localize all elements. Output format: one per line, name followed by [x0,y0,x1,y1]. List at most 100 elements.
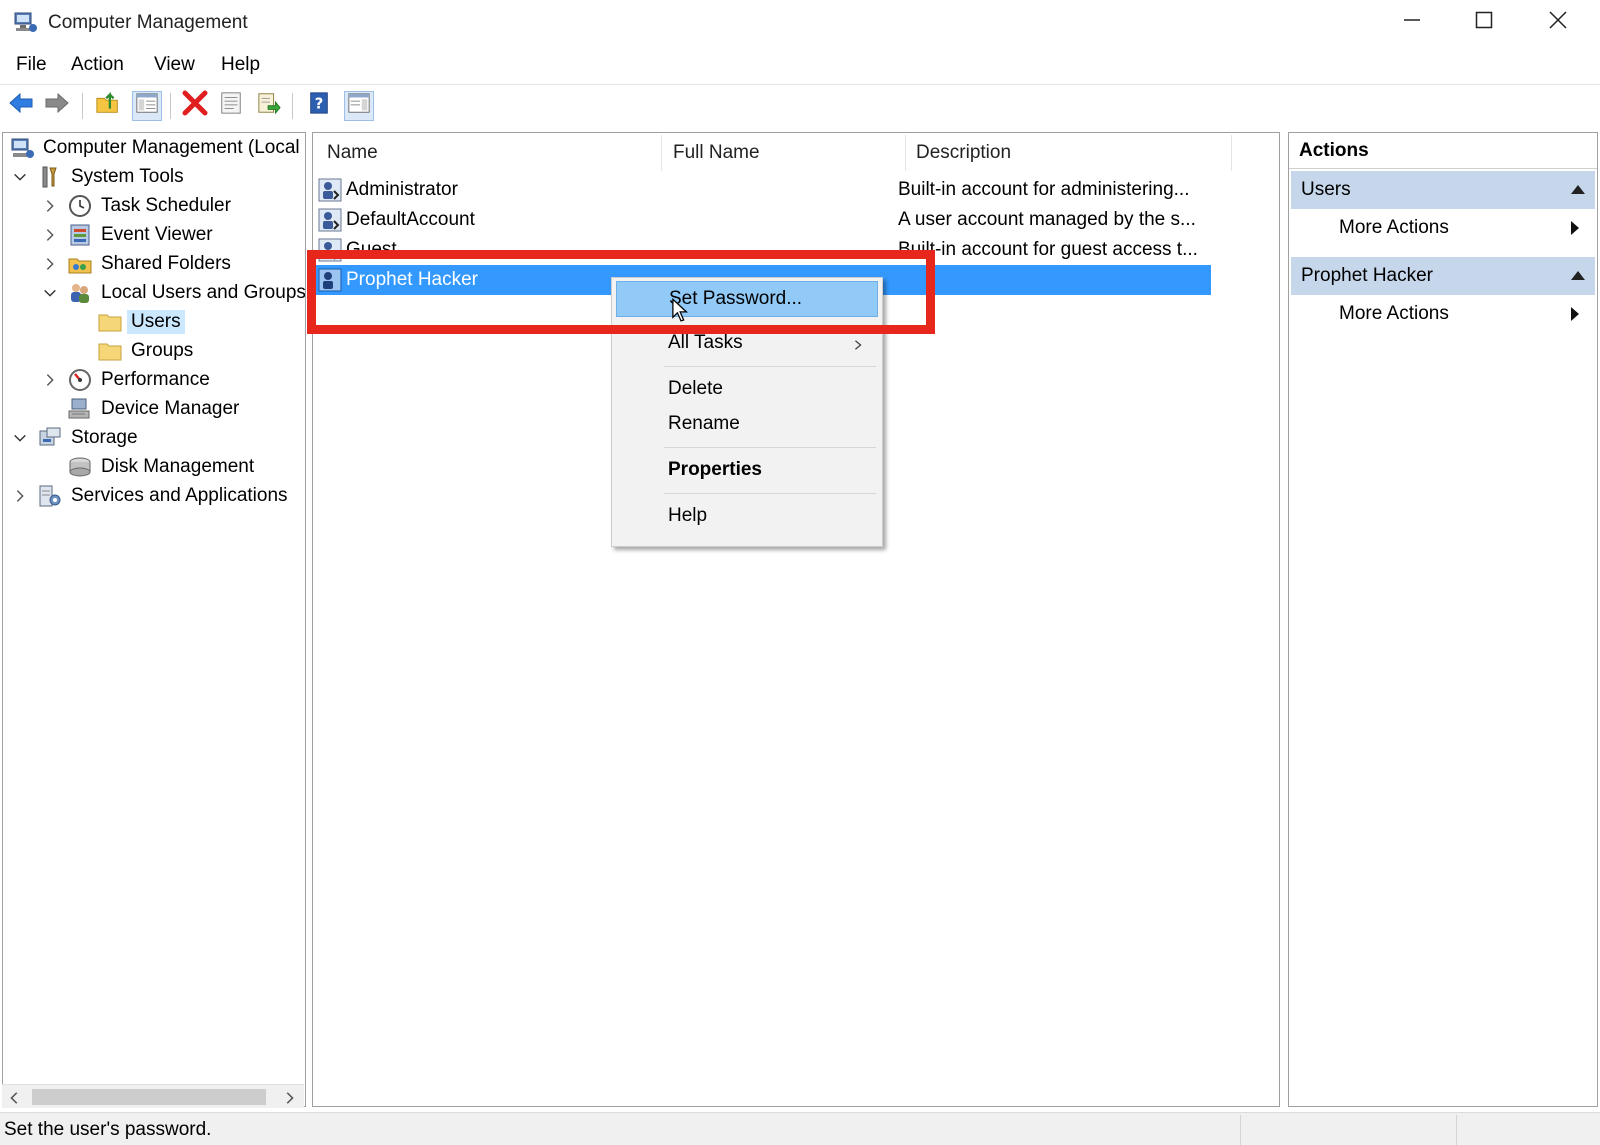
window-title: Computer Management [48,12,248,33]
event-viewer-icon [67,222,93,248]
tree-node-services-apps[interactable]: Services and Applications [11,481,288,510]
console-tree[interactable]: Computer Management (Local System Tools … [2,132,306,1107]
user-name: Administrator [346,179,458,200]
collapse-up-icon [1571,185,1585,194]
chevron-right-icon[interactable] [41,197,59,215]
back-icon [7,89,35,123]
menu-separator [664,447,876,448]
actions-pane: Actions Users More Actions Prophet Hacke… [1288,132,1598,1107]
up-one-level-button[interactable] [93,91,123,121]
chevron-right-icon[interactable] [41,371,59,389]
action-label: More Actions [1339,217,1449,238]
disk-icon [67,454,93,480]
folder-icon [97,309,123,335]
delete-button[interactable] [180,90,210,121]
status-bar: Set the user's password. [0,1112,1600,1145]
submenu-arrow-icon [1571,307,1579,321]
user-name: Prophet Hacker [346,269,479,290]
tree-label: Event Viewer [101,223,213,245]
tree-node-performance[interactable]: Performance [41,365,210,394]
chevron-right-icon[interactable] [41,226,59,244]
menu-item-properties[interactable]: Properties [616,452,878,488]
scroll-right-icon[interactable] [282,1089,296,1111]
folder-icon [97,338,123,364]
show-hide-console-tree-icon [135,91,159,121]
status-text: Set the user's password. [4,1119,212,1140]
tree-node-device-manager[interactable]: Device Manager [67,394,239,423]
menu-view[interactable]: View [154,54,195,76]
computer-management-icon [12,9,38,35]
help-button[interactable]: ? [304,91,334,121]
tree-label: Computer Management (Local [43,136,300,158]
tree-node-task-scheduler[interactable]: Task Scheduler [41,191,231,220]
properties-button[interactable] [216,91,246,121]
menu-item-set-password[interactable]: Set Password... [616,281,878,317]
tree-label: Disk Management [101,455,255,477]
list-item[interactable]: Guest Built-in account for guest access … [313,235,1213,265]
menu-help[interactable]: Help [221,54,260,76]
actions-section-prophet-hacker[interactable]: Prophet Hacker [1291,257,1595,295]
menu-item-all-tasks[interactable]: All Tasks [616,325,878,361]
column-header-name[interactable]: Name [327,133,378,173]
show-hide-action-pane-button[interactable] [344,91,374,121]
list-item[interactable]: DefaultAccount A user account managed by… [313,205,1213,235]
column-header-full-name[interactable]: Full Name [673,133,760,173]
toolbar-separator [292,93,293,119]
minimize-button[interactable] [1376,0,1448,46]
menu-item-rename[interactable]: Rename [616,406,878,442]
column-header-description[interactable]: Description [916,133,1011,173]
properties-icon [219,91,243,121]
tree-node-system-tools[interactable]: System Tools [11,162,184,191]
toolbar-separator [82,93,83,119]
tree-node-disk-management[interactable]: Disk Management [67,452,254,481]
chevron-down-icon[interactable] [11,429,29,447]
action-more-actions[interactable]: More Actions [1339,213,1587,243]
export-list-button[interactable] [254,91,284,121]
tree-label: Performance [101,368,210,390]
maximize-icon [1474,10,1494,36]
maximize-button[interactable] [1448,0,1520,46]
menu-action[interactable]: Action [71,54,124,76]
tools-icon [37,164,63,190]
tree-node-shared-folders[interactable]: Shared Folders [41,249,231,278]
tree-node-local-users-groups[interactable]: Local Users and Groups [41,278,305,307]
scroll-left-icon[interactable] [8,1089,22,1111]
menu-file[interactable]: File [16,54,47,76]
action-more-actions[interactable]: More Actions [1339,299,1587,329]
tree-horizontal-scrollbar[interactable] [2,1084,304,1108]
tree-node-storage[interactable]: Storage [11,423,138,452]
tree-node-groups[interactable]: Groups [97,336,193,365]
scrollbar-thumb[interactable] [32,1089,266,1105]
back-button[interactable] [6,91,36,121]
tree-label: Storage [71,426,138,448]
services-icon [37,483,63,509]
close-icon [1548,10,1568,36]
section-label: Users [1301,179,1351,200]
section-label: Prophet Hacker [1301,265,1434,286]
tree-node-event-viewer[interactable]: Event Viewer [41,220,213,249]
show-hide-console-tree-button[interactable] [132,91,162,121]
chevron-right-icon[interactable] [41,255,59,273]
column-divider[interactable] [1231,135,1232,171]
shared-folder-icon [67,251,93,277]
menu-item-help[interactable]: Help [616,498,878,534]
menu-item-delete[interactable]: Delete [616,371,878,407]
minimize-icon [1402,10,1422,36]
list-item[interactable]: Administrator Built-in account for admin… [313,175,1213,205]
menu-item-label: All Tasks [668,332,743,353]
tree-node-users[interactable]: Users [97,307,185,336]
column-divider[interactable] [661,135,662,171]
up-folder-icon [95,90,121,122]
tree-label: Shared Folders [101,252,231,274]
tree-node-root[interactable]: Computer Management (Local [9,133,300,162]
chevron-down-icon[interactable] [41,284,59,302]
column-divider[interactable] [905,135,906,171]
close-button[interactable] [1522,0,1594,46]
tree-label: Services and Applications [71,484,288,506]
chevron-right-icon[interactable] [11,487,29,505]
forward-button[interactable] [42,91,72,121]
users-group-icon [67,280,93,306]
actions-section-users[interactable]: Users [1291,171,1595,209]
chevron-down-icon[interactable] [11,168,29,186]
storage-icon [37,425,63,451]
